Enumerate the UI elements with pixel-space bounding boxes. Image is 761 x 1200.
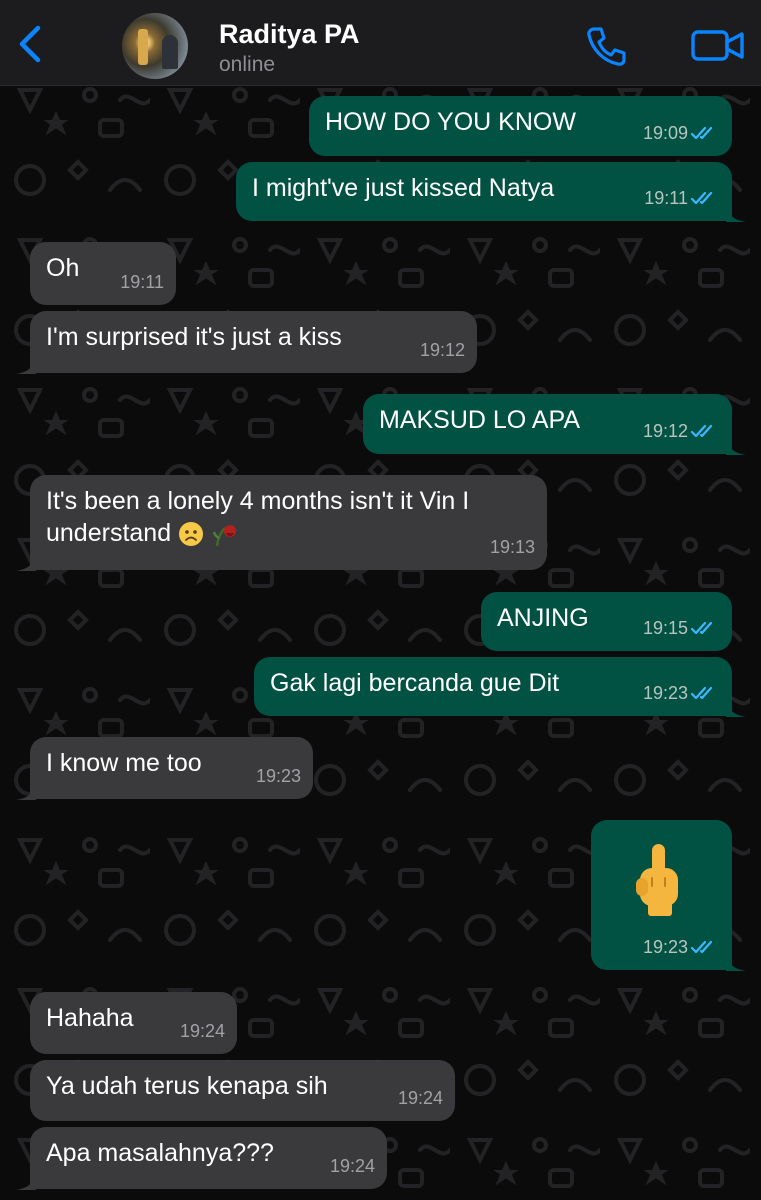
message-text: It's been a lonely 4 months isn't it Vin… xyxy=(46,485,546,549)
message-meta: 19:24 xyxy=(330,1150,375,1182)
bubble-tail xyxy=(16,780,36,800)
message-time: 19:12 xyxy=(419,340,465,360)
message-meta: 19:24 xyxy=(398,1082,443,1114)
message-bubble-incoming[interactable]: Oh 19:11 xyxy=(30,242,176,305)
message-bubble-outgoing[interactable]: ANJING 19:15 xyxy=(481,592,732,651)
message-text: MAKSUD LO APA xyxy=(379,406,580,434)
message-time: 19:23 xyxy=(642,937,688,957)
message-time: 19:12 xyxy=(642,421,688,441)
avatar[interactable] xyxy=(122,13,188,79)
message-bubble-incoming[interactable]: Hahaha 19:24 xyxy=(30,992,237,1054)
bubble-tail xyxy=(726,435,746,455)
message-meta: 19:12 xyxy=(420,334,465,366)
message-time: 19:15 xyxy=(642,618,688,638)
message-time: 19:24 xyxy=(329,1156,375,1176)
message-bubble-outgoing[interactable]: MAKSUD LO APA 19:12 xyxy=(363,394,746,455)
message-bubble-incoming[interactable]: Ya udah terus kenapa sih 19:24 xyxy=(30,1060,455,1121)
message-meta: 19:23 xyxy=(256,760,301,792)
message-meta: 19:13 xyxy=(490,531,535,563)
message-meta: 19:23 xyxy=(643,931,720,963)
message-bubble-incoming[interactable]: I'm surprised it's just a kiss 19:12 xyxy=(16,311,477,374)
message-text: Hahaha xyxy=(46,1004,134,1032)
bubble-tail xyxy=(726,202,746,222)
chat-header: Raditya PA online xyxy=(0,0,761,86)
phone-icon[interactable] xyxy=(584,24,628,68)
message-time: 19:11 xyxy=(644,188,688,208)
message-text: ANJING xyxy=(497,604,589,632)
message-bubble-outgoing[interactable]: 19:23 xyxy=(591,820,746,971)
message-time: 19:23 xyxy=(255,766,301,786)
wilted-rose-emoji xyxy=(212,525,237,547)
message-time: 19:23 xyxy=(642,683,688,703)
message-text: I might've just kissed Natya xyxy=(252,174,555,202)
bubble-tail xyxy=(16,551,36,571)
message-text: Oh xyxy=(46,254,80,282)
contact-status: online xyxy=(219,53,276,76)
message-text: Gak lagi bercanda gue Dit xyxy=(270,669,560,697)
double-check-read-icon xyxy=(690,939,720,955)
message-time: 19:11 xyxy=(120,272,164,292)
message-time: 19:13 xyxy=(489,537,535,557)
message-time: 19:24 xyxy=(179,1021,225,1041)
middle-finger-emoji xyxy=(636,844,678,916)
contact-name[interactable]: Raditya PA xyxy=(219,19,360,50)
double-check-read-icon xyxy=(690,125,720,141)
message-text: Ya udah terus kenapa sih xyxy=(46,1072,328,1100)
bubble-tail xyxy=(16,354,36,374)
message-text-content: It's been a lonely 4 months isn't it Vin… xyxy=(46,487,470,547)
message-bubble-outgoing[interactable]: Gak lagi bercanda gue Dit 19:23 xyxy=(254,657,746,717)
message-meta: 19:11 xyxy=(644,182,720,214)
bubble-tail xyxy=(726,951,746,971)
bubble-tail xyxy=(726,697,746,717)
bubble-tail xyxy=(16,1170,36,1190)
message-text: I'm surprised it's just a kiss xyxy=(46,323,342,351)
message-meta: 19:15 xyxy=(643,612,720,644)
video-camera-icon[interactable] xyxy=(690,25,746,65)
message-text: I know me too xyxy=(46,749,202,777)
message-meta: 19:09 xyxy=(643,117,720,149)
double-check-read-icon xyxy=(690,685,720,701)
double-check-read-icon xyxy=(690,190,720,206)
message-bubble-incoming[interactable]: I know me too 19:23 xyxy=(16,737,313,800)
message-bubble-incoming[interactable]: It's been a lonely 4 months isn't it Vin… xyxy=(16,475,547,571)
message-meta: 19:23 xyxy=(643,677,720,709)
message-meta: 19:12 xyxy=(643,415,720,447)
message-meta: 19:24 xyxy=(180,1015,225,1047)
message-meta: 19:11 xyxy=(120,266,164,298)
message-text: Apa masalahnya??? xyxy=(46,1139,274,1167)
double-check-read-icon xyxy=(690,423,720,439)
message-bubble-incoming[interactable]: Apa masalahnya??? 19:24 xyxy=(16,1127,387,1190)
message-time: 19:09 xyxy=(642,123,688,143)
frowning-face-emoji xyxy=(179,522,204,547)
message-bubble-outgoing[interactable]: I might've just kissed Natya 19:11 xyxy=(236,162,746,222)
message-bubble-outgoing[interactable]: HOW DO YOU KNOW 19:09 xyxy=(309,96,732,156)
message-time: 19:24 xyxy=(397,1088,443,1108)
chevron-left-icon[interactable] xyxy=(14,24,46,64)
double-check-read-icon xyxy=(690,620,720,636)
message-text: HOW DO YOU KNOW xyxy=(325,108,576,136)
